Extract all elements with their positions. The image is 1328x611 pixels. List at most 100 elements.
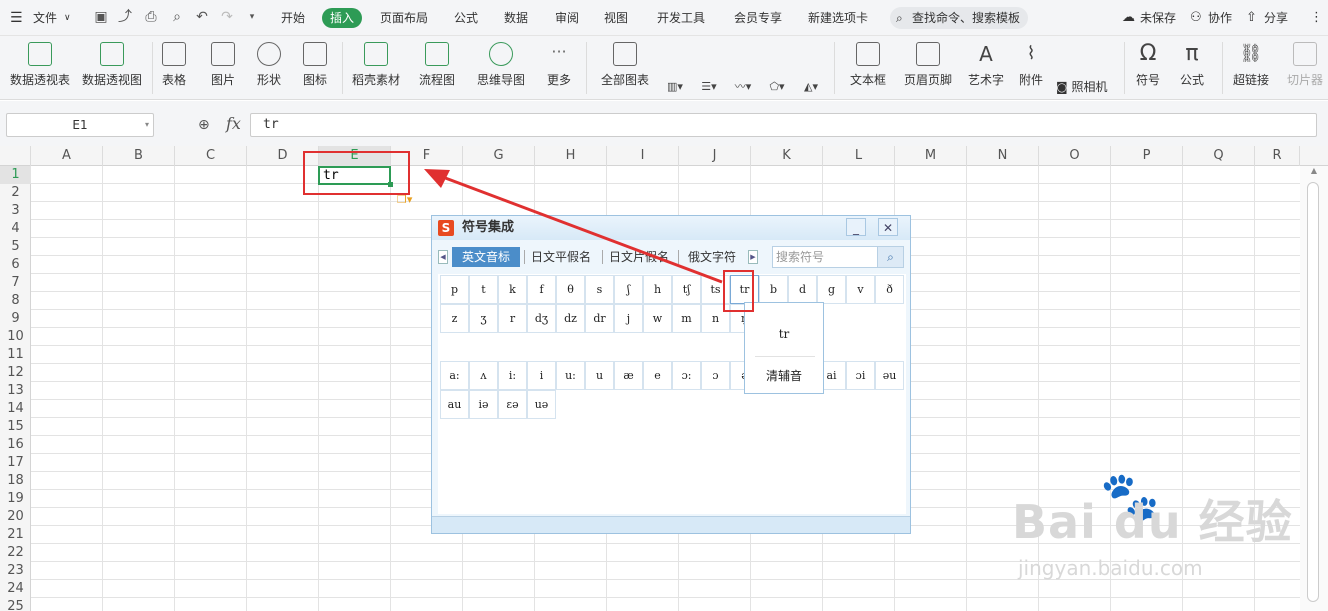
- col-header-n[interactable]: N: [967, 146, 1039, 166]
- col-header-j[interactable]: J: [679, 146, 751, 166]
- symbol-search-input[interactable]: 搜索符号 ⌕: [772, 246, 904, 268]
- more-button[interactable]: ··· 更多: [538, 36, 580, 100]
- share-button[interactable]: 分享: [1264, 0, 1288, 36]
- mindmap-button[interactable]: 思维导图: [470, 36, 532, 100]
- symbol-cell[interactable]: t: [469, 275, 498, 304]
- symbol-cell[interactable]: a:: [440, 361, 469, 390]
- symbol-cell[interactable]: w: [643, 304, 672, 333]
- symbol-cell[interactable]: uə: [527, 390, 556, 419]
- row-header-16[interactable]: 16: [0, 436, 31, 454]
- tab-developer[interactable]: 开发工具: [657, 0, 705, 36]
- symbol-cell[interactable]: v: [846, 275, 875, 304]
- area-chart-icon[interactable]: ◭▾: [798, 78, 824, 96]
- shape-button[interactable]: 形状: [248, 36, 290, 100]
- col-header-o[interactable]: O: [1039, 146, 1111, 166]
- command-search[interactable]: ⌕ 查找命令、搜索模板: [890, 7, 1028, 29]
- hamburger-menu-icon[interactable]: ☰: [10, 0, 23, 36]
- row-header-17[interactable]: 17: [0, 454, 31, 472]
- name-box[interactable]: E1 ▾: [6, 113, 154, 137]
- row-header-4[interactable]: 4: [0, 220, 31, 238]
- icon-button[interactable]: 图标: [294, 36, 336, 100]
- tab-review[interactable]: 审阅: [555, 0, 579, 36]
- symbol-cell[interactable]: dʒ: [527, 304, 556, 333]
- save-icon[interactable]: ▣: [92, 8, 110, 26]
- row-header-19[interactable]: 19: [0, 490, 31, 508]
- col-header-b[interactable]: B: [103, 146, 175, 166]
- tab-member[interactable]: 会员专享: [734, 0, 782, 36]
- tab-home[interactable]: 开始: [281, 0, 305, 36]
- tab-katakana[interactable]: 日文片假名: [605, 247, 673, 267]
- col-header-h[interactable]: H: [535, 146, 607, 166]
- all-charts-button[interactable]: 全部图表: [594, 36, 656, 100]
- header-footer-button[interactable]: 页眉页脚: [900, 36, 956, 100]
- symbol-cell[interactable]: dz: [556, 304, 585, 333]
- row-header-13[interactable]: 13: [0, 382, 31, 400]
- tab-page-layout[interactable]: 页面布局: [380, 0, 428, 36]
- scroll-up-icon[interactable]: ▲: [1300, 166, 1328, 180]
- symbol-cell[interactable]: ɔ: [701, 361, 730, 390]
- symbol-cell[interactable]: e: [643, 361, 672, 390]
- undo-icon[interactable]: ↶: [193, 8, 211, 26]
- symbol-cell[interactable]: tʃ: [672, 275, 701, 304]
- row-header-7[interactable]: 7: [0, 274, 31, 292]
- symbol-cell[interactable]: s: [585, 275, 614, 304]
- tab-data[interactable]: 数据: [504, 0, 528, 36]
- row-header-20[interactable]: 20: [0, 508, 31, 526]
- symbol-cell[interactable]: ɔi: [846, 361, 875, 390]
- symbol-cell[interactable]: i: [527, 361, 556, 390]
- row-header-10[interactable]: 10: [0, 328, 31, 346]
- bar-chart-horizontal-icon[interactable]: ☰▾: [696, 78, 722, 96]
- camera-button[interactable]: ◙ 照相机: [1056, 78, 1107, 96]
- tab-next-icon[interactable]: ▶: [748, 250, 758, 264]
- tab-russian[interactable]: 俄文字符: [684, 247, 740, 267]
- symbol-cell[interactable]: d: [788, 275, 817, 304]
- symbol-cell[interactable]: ð: [875, 275, 904, 304]
- flowchart-button[interactable]: 流程图: [410, 36, 464, 100]
- col-header-r[interactable]: R: [1255, 146, 1300, 166]
- print-preview-icon[interactable]: ⌕: [168, 8, 186, 26]
- symbol-button[interactable]: Ω 符号: [1128, 36, 1168, 100]
- row-header-9[interactable]: 9: [0, 310, 31, 328]
- row-header-12[interactable]: 12: [0, 364, 31, 382]
- col-header-g[interactable]: G: [463, 146, 535, 166]
- row-header-23[interactable]: 23: [0, 562, 31, 580]
- hyperlink-button[interactable]: ⛓ 超链接: [1228, 36, 1274, 100]
- row-header-21[interactable]: 21: [0, 526, 31, 544]
- quick-access-dropdown-icon[interactable]: ▾: [243, 8, 261, 26]
- attachment-button[interactable]: ⌇ 附件: [1014, 36, 1048, 100]
- line-chart-icon[interactable]: 〰▾: [730, 78, 756, 96]
- symbol-cell[interactable]: k: [498, 275, 527, 304]
- col-header-l[interactable]: L: [823, 146, 895, 166]
- symbol-cell[interactable]: θ: [556, 275, 585, 304]
- fx-icon[interactable]: fx: [226, 114, 241, 133]
- symbol-cell[interactable]: ʃ: [614, 275, 643, 304]
- row-header-8[interactable]: 8: [0, 292, 31, 310]
- symbol-cell[interactable]: iə: [469, 390, 498, 419]
- close-icon[interactable]: ✕: [878, 218, 898, 236]
- collab-button[interactable]: 协作: [1208, 0, 1232, 36]
- row-header-15[interactable]: 15: [0, 418, 31, 436]
- formula-input[interactable]: tr: [250, 113, 1317, 137]
- zoom-icon[interactable]: ⊕: [198, 117, 210, 133]
- symbol-cell[interactable]: h: [643, 275, 672, 304]
- col-header-a[interactable]: A: [31, 146, 103, 166]
- symbol-cell[interactable]: p: [440, 275, 469, 304]
- row-header-1[interactable]: 1: [0, 166, 31, 184]
- row-header-2[interactable]: 2: [0, 184, 31, 202]
- col-header-c[interactable]: C: [175, 146, 247, 166]
- row-header-6[interactable]: 6: [0, 256, 31, 274]
- tab-prev-icon[interactable]: ◀: [438, 250, 448, 264]
- row-header-3[interactable]: 3: [0, 202, 31, 220]
- select-all-corner[interactable]: [0, 146, 31, 166]
- row-header-11[interactable]: 11: [0, 346, 31, 364]
- pivot-table-button[interactable]: 数据透视表: [6, 36, 74, 100]
- row-header-22[interactable]: 22: [0, 544, 31, 562]
- picture-button[interactable]: 图片: [202, 36, 244, 100]
- material-button[interactable]: 稻壳素材: [348, 36, 404, 100]
- symbol-cell[interactable]: ʒ: [469, 304, 498, 333]
- row-header-14[interactable]: 14: [0, 400, 31, 418]
- tab-hiragana[interactable]: 日文平假名: [527, 247, 595, 267]
- unsaved-status[interactable]: 未保存: [1140, 0, 1176, 36]
- pivot-chart-button[interactable]: 数据透视图: [78, 36, 146, 100]
- slicer-button[interactable]: 切片器: [1282, 36, 1328, 100]
